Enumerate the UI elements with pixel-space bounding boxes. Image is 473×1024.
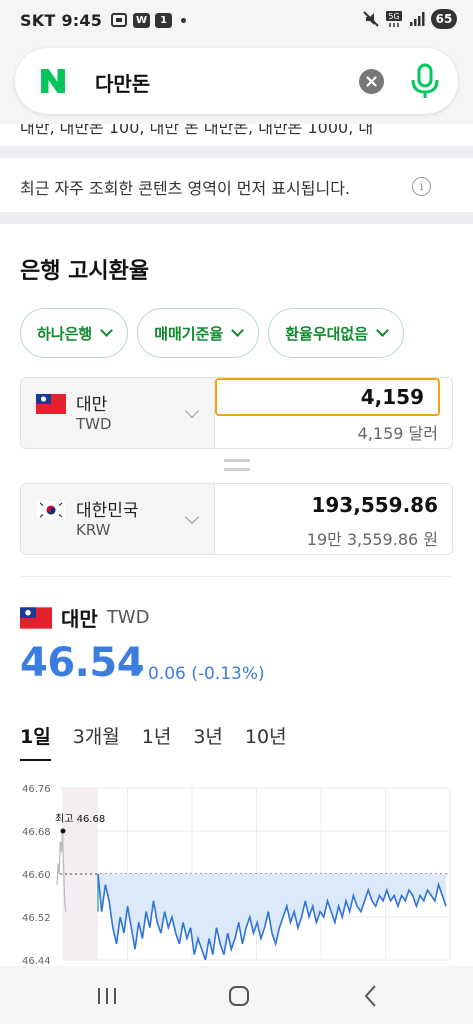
preferential-rate-chip[interactable]: 환율우대없음: [268, 308, 405, 358]
carrier: SKT: [20, 10, 56, 30]
chip-label: 매매기준율: [154, 324, 224, 343]
currency-select-to[interactable]: 대한민국 KRW: [21, 484, 215, 554]
bank-select-chip[interactable]: 하나은행: [20, 308, 129, 358]
rate-chart[interactable]: 46.76 46.68 46.60 46.52 46.44 최고 46.68: [0, 776, 473, 966]
rate-currency-code: TWD: [106, 607, 150, 628]
recent-apps-icon[interactable]: [93, 982, 121, 1010]
currency-code: KRW: [76, 521, 111, 539]
notice-row: 최근 자주 조회한 콘텐츠 영역이 먼저 표시됩니다.: [0, 158, 473, 212]
amount-input[interactable]: [215, 378, 440, 416]
amount-in-words: 4,159 달러: [357, 424, 438, 443]
converted-amount[interactable]: 193,559.86: [311, 493, 438, 517]
tab-10y[interactable]: 10년: [245, 722, 287, 761]
signal-icon: [410, 12, 425, 26]
system-nav-bar: [0, 966, 473, 1024]
exchange-rate-value: 46.54: [20, 640, 145, 686]
section-separator: [0, 146, 473, 158]
down-triangle-icon: [133, 669, 143, 676]
search-header: 다만돈: [0, 40, 473, 124]
section-title: 은행 고시환율: [20, 259, 150, 284]
search-query[interactable]: 다만돈: [95, 68, 150, 97]
tab-3m[interactable]: 3개월: [73, 722, 120, 761]
chip-label: 하나은행: [37, 324, 93, 343]
chevron-down-icon: [184, 509, 200, 525]
currency-code: TWD: [76, 415, 112, 433]
clock: 9:45: [61, 10, 103, 30]
back-icon[interactable]: [357, 982, 385, 1010]
mic-icon[interactable]: [407, 62, 443, 100]
rate-change-text: 0.06 (-0.13%): [148, 664, 265, 684]
tab-1d[interactable]: 1일: [20, 722, 51, 761]
more-dot-icon: [181, 17, 187, 23]
tab-1y[interactable]: 1년: [142, 722, 172, 761]
section-separator: [0, 212, 473, 224]
svg-text:5G: 5G: [388, 12, 399, 21]
y-tick-label: 46.68: [22, 827, 51, 838]
currency-select-from[interactable]: 대만 TWD: [21, 378, 215, 448]
naver-logo-icon[interactable]: [39, 67, 67, 95]
chevron-down-icon: [231, 324, 245, 337]
clear-search-button[interactable]: [359, 69, 384, 94]
taiwan-flag-icon: [20, 606, 52, 629]
y-tick-label: 46.52: [22, 913, 51, 924]
status-bar: SKT 9:45 W 1 5G 65: [0, 0, 473, 40]
screenshot-icon: [111, 13, 128, 27]
search-box[interactable]: 다만돈: [15, 48, 458, 114]
battery-level: 65: [431, 9, 457, 29]
converter-to: 대한민국 KRW 193,559.86 19만 3,559.86 원: [20, 483, 453, 555]
info-icon[interactable]: i: [412, 177, 431, 196]
period-tabs: 1일 3개월 1년 3년 10년: [20, 722, 309, 761]
high-point-marker: [60, 828, 66, 834]
chevron-down-icon: [184, 403, 200, 419]
rate-header: 대만 TWD: [20, 603, 149, 632]
y-tick-label: 46.60: [22, 870, 51, 881]
clear-icon: [366, 76, 377, 87]
partial-related-text: 대만, 대만돈 100, 대만 돈 대만돈, 대만돈 1000, 대: [20, 124, 374, 137]
high-label: 최고 46.68: [55, 813, 105, 825]
chevron-down-icon: [100, 324, 114, 337]
app-w-icon: W: [133, 12, 151, 28]
home-icon[interactable]: [225, 982, 253, 1010]
converted-in-words: 19만 3,559.86 원: [306, 530, 438, 549]
y-tick-label: 46.76: [22, 784, 51, 795]
network-5g-icon: 5G: [386, 11, 402, 27]
taiwan-flag-icon: [36, 394, 66, 414]
rate-currency-name: 대만: [61, 607, 98, 631]
divider: [20, 576, 453, 577]
tab-3y[interactable]: 3년: [193, 722, 223, 761]
rate-type-chip[interactable]: 매매기준율: [137, 308, 260, 358]
equals-icon: [224, 468, 250, 471]
chevron-down-icon: [376, 324, 389, 337]
currency-name: 대만: [76, 395, 108, 415]
converter-from: 대만 TWD 4,159 달러: [20, 377, 453, 449]
chip-label: 환율우대없음: [285, 324, 369, 343]
mute-icon: [363, 11, 379, 27]
partial-related-searches: 대만, 대만돈 100, 대만 돈 대만돈, 대만돈 1000, 대: [0, 124, 473, 146]
korea-flag-icon: [36, 500, 66, 520]
currency-name: 대한민국: [76, 501, 139, 521]
app-1-icon: 1: [155, 12, 173, 28]
notice-text: 최근 자주 조회한 콘텐츠 영역이 먼저 표시됩니다.: [20, 179, 351, 198]
filter-chips: 하나은행 매매기준율 환율우대없음: [20, 308, 405, 358]
equals-icon: [224, 459, 250, 462]
y-tick-label: 46.44: [22, 956, 51, 966]
rate-change: 0.06 (-0.13%): [133, 664, 265, 684]
